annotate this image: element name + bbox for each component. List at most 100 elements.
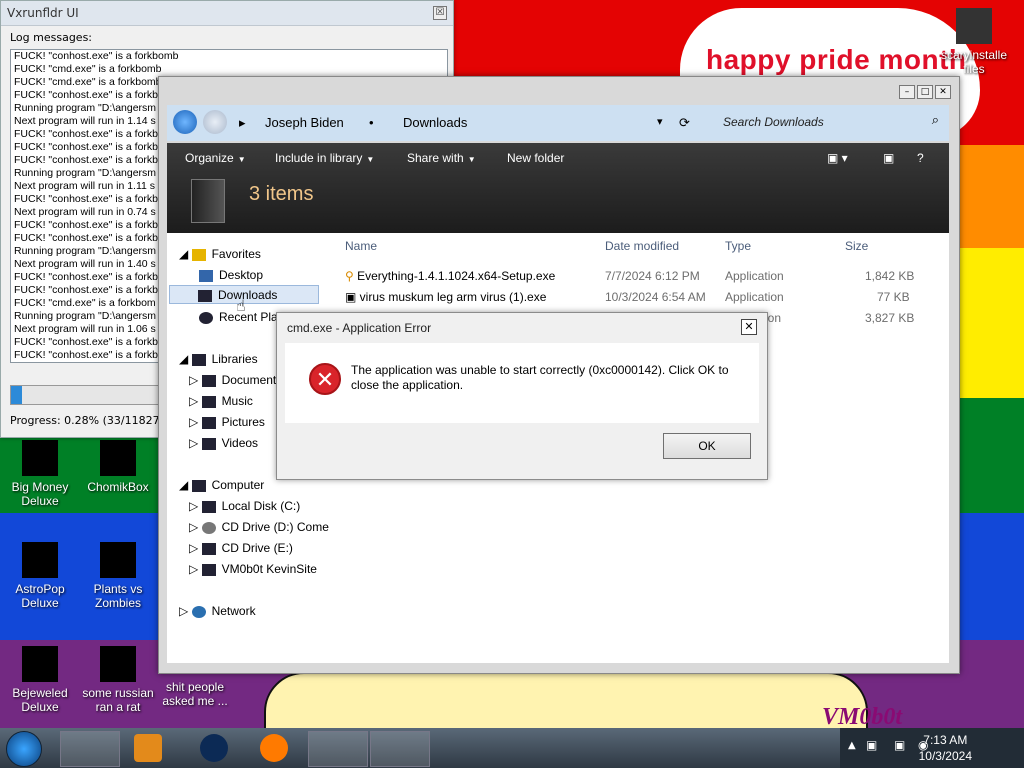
expand-icon[interactable]: ◢ [179,352,192,366]
app-icon [22,646,58,682]
network-drive-icon [201,563,216,576]
application-icon: ▣ [345,290,360,304]
error-icon: ✕ [309,363,341,395]
ok-button[interactable]: OK [663,433,751,459]
refresh-icon[interactable]: ⟳ [679,115,690,131]
command-bar: Organize ▼ Include in library ▼ Share with… [167,143,949,233]
network-icon[interactable]: ▣ [894,738,905,752]
media-player-icon[interactable] [134,734,162,762]
desktop-icon-label: some russian [82,686,154,700]
file-type: Application [725,290,784,304]
column-header-name[interactable]: Name [345,239,377,253]
breadcrumb-item[interactable]: Joseph Biden [265,115,344,130]
expand-icon[interactable]: ▷ [189,520,202,534]
nav-label: Desktop [219,268,264,282]
nav-documents[interactable]: ▷ Document [189,373,276,387]
include-in-library-button[interactable]: Include in library ▼ [275,151,374,165]
close-button[interactable]: ✕ [935,85,951,99]
desktop-icon-bejeweled[interactable]: Bejeweled Deluxe [0,646,80,714]
firefox-icon[interactable] [260,734,288,762]
close-button[interactable]: ☒ [433,6,447,20]
nav-network[interactable]: ▷ Network [179,604,256,618]
browser-icon[interactable] [200,734,228,762]
taskbar-explorer-button[interactable] [60,731,120,767]
nav-music[interactable]: ▷ Music [189,394,253,408]
desktop-icon-label: scaryinstalle [940,48,1008,62]
tray-device-icon[interactable]: ▣ [866,738,877,752]
application-error-dialog: cmd.exe - Application Error ✕ ✕ The appl… [276,312,768,480]
breadcrumb-item[interactable]: Downloads [403,115,467,130]
start-button[interactable] [6,731,42,767]
tray-expand-icon[interactable]: ▲ [848,740,856,751]
nav-local-disk[interactable]: ▷ Local Disk (C:) [189,499,300,513]
chevron-down-icon[interactable]: ▾ [657,115,663,128]
nav-label: Downloads [218,288,278,302]
expand-icon[interactable]: ◢ [179,247,192,261]
desktop-icon-scary-installer[interactable]: scaryinstalle files [934,8,1014,76]
nav-desktop[interactable]: Desktop [199,268,263,282]
view-icon[interactable]: ▣ ▾ [827,151,848,165]
expand-icon[interactable]: ▷ [179,604,192,618]
desktop-icon-chomikbox[interactable]: ChomikBox [78,440,158,494]
desktop-icon-big-money[interactable]: Big Money Deluxe [0,440,80,508]
share-with-button[interactable]: Share with ▼ [407,151,476,165]
search-input[interactable]: Search Downloads ⌕ [715,109,945,135]
new-folder-button[interactable]: New folder [507,151,564,165]
file-type: Application [725,269,784,283]
forward-arrow-icon[interactable] [203,110,227,134]
window-title: Vxrunfldr UI [7,6,79,20]
taskbar-window-button[interactable] [370,731,430,767]
breadcrumb-separator: ▸ [239,115,246,130]
column-header-date[interactable]: Date modified [605,239,679,253]
column-header-type[interactable]: Type [725,239,751,253]
back-arrow-icon[interactable] [173,110,197,134]
desktop-icon-label: shit people [165,680,225,694]
desktop-icon-plants-vs-zombies[interactable]: Plants vs Zombies [78,542,158,610]
nav-videos[interactable]: ▷ Videos [189,436,258,450]
music-icon [201,395,216,408]
expand-icon[interactable]: ▷ [189,499,202,513]
clock[interactable]: 7:13 AM 10/3/2024 [919,732,972,764]
nav-network-drive[interactable]: ▷ VM0b0t KevinSite [189,562,317,576]
expand-icon[interactable]: ▷ [189,541,202,555]
taskbar-window-button[interactable] [308,731,368,767]
clock-date: 10/3/2024 [918,749,972,763]
window-titlebar[interactable]: Vxrunfldr UI ☒ [1,1,453,26]
app-icon [100,440,136,476]
nav-cd-drive-e[interactable]: ▷ CD Drive (E:) [189,541,293,555]
column-header-size[interactable]: Size [845,239,868,253]
nav-cd-drive-d[interactable]: ▷ CD Drive (D:) Come [189,520,329,534]
organize-button[interactable]: Organize ▼ [185,151,246,165]
progress-fill [11,386,22,404]
nav-label: CD Drive (E:) [221,541,293,555]
search-icon[interactable]: ⌕ [932,113,939,128]
caret-icon: ▼ [467,155,476,164]
help-icon[interactable]: ? [917,151,924,165]
wallpaper-banner-text: happy pride month [706,44,967,75]
desktop-icon-russian-rat[interactable]: some russian ran a rat [78,646,158,714]
file-name-cell: ▣ virus muskum leg arm virus (1).exe [345,290,546,304]
expand-icon[interactable]: ▷ [189,373,202,387]
caret-icon: ▼ [366,155,375,164]
expand-icon[interactable]: ▷ [189,394,202,408]
nav-favorites[interactable]: ◢ Favorites [179,247,261,261]
preview-pane-icon[interactable]: ▣ [883,151,894,165]
file-name: virus muskum leg arm virus (1).exe [359,290,547,304]
nav-libraries[interactable]: ◢ Libraries [179,352,258,366]
file-date: 10/3/2024 6:54 AM [605,290,706,304]
nav-pictures[interactable]: ▷ Pictures [189,415,265,429]
address-bar: ▸ Joseph Biden • Downloads ▾ ⟳ Search Do… [167,105,949,141]
desktop-icon-shit-people[interactable]: shit people asked me ... [156,680,234,708]
wallpaper-watermark: VM0b0t [822,704,903,730]
file-size: 3,827 KB [865,311,915,325]
app-icon [100,542,136,578]
expand-icon[interactable]: ◢ [179,478,192,492]
expand-icon[interactable]: ▷ [189,436,202,450]
minimize-button[interactable]: – [899,85,915,99]
maximize-button[interactable]: □ [917,85,933,99]
nav-computer[interactable]: ◢ Computer [179,478,264,492]
desktop-icon-astropop[interactable]: AstroPop Deluxe [0,542,80,610]
dialog-close-button[interactable]: ✕ [741,319,757,335]
expand-icon[interactable]: ▷ [189,562,202,576]
expand-icon[interactable]: ▷ [189,415,202,429]
